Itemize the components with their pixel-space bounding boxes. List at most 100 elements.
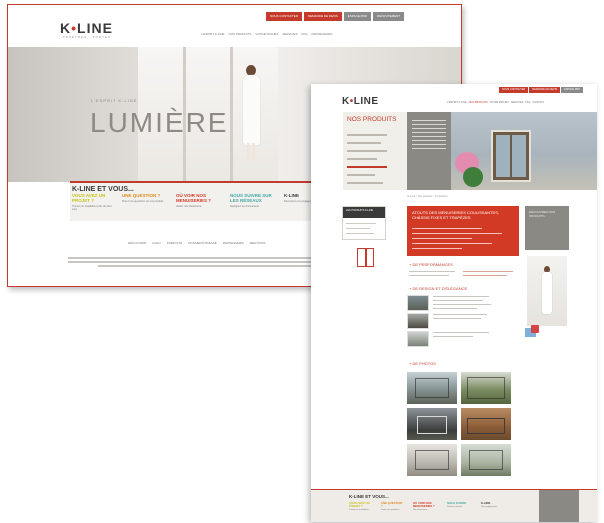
nav-item-produits[interactable]: NOS PRODUITS [469,101,488,104]
nav-item-esprit[interactable]: L'ESPRIT K-LINE [447,101,467,104]
product-atouts-box: ATOUTS DES MENUISERIES COULISSANTES, CHÂ… [407,206,519,256]
bottom-link[interactable]: PARTENAIRES [223,241,244,245]
discover-products-panel[interactable]: DÉCOUVREZ NOS PRODUITS [525,206,569,250]
header-button-jobs[interactable]: RECRUTEMENT [373,12,405,21]
footer-col-title: VOUS AVEZ UN PROJET ? [349,501,370,509]
products-menu-item-active[interactable] [347,166,387,168]
bottom-link[interactable]: LOGO [152,241,161,245]
logo-text-left: K [342,96,350,107]
products-menu-item[interactable] [347,150,387,152]
hero-kicker: L'ESPRIT K-LINE [91,98,138,103]
footer-col-title: UNE QUESTION ? [381,501,403,509]
products-menu-item[interactable] [347,142,381,144]
figure-leg [252,143,255,160]
nav-item-projet[interactable]: VOTRE PROJET [490,101,509,104]
product-page-logo[interactable]: K•LINE [342,96,379,107]
header-button-quote[interactable]: DEMANDE DE DEVIS [303,12,342,21]
bottom-link[interactable]: PUBLICITÉ [167,241,183,245]
green-bush [463,167,483,187]
pinterest-icon[interactable] [531,325,539,333]
header-button-contact[interactable]: NOUS CONTACTER [266,12,302,21]
bottom-link[interactable]: MENTIONS [250,241,266,245]
promo-title: NOUS SUIVRE SUR LES RÉSEAUX [230,193,272,203]
promo-title: UNE QUESTION ? [122,193,161,198]
bottom-link[interactable]: DÉCOUVRIR [128,241,146,245]
products-menu-item[interactable] [347,134,387,136]
nav-item-esprit[interactable]: L'ESPRIT K-LINE [201,32,225,36]
product-page-footer: K-LINE ET VOUS... VOUS AVEZ UN PROJET ? … [311,489,597,522]
promo-title: OÙ VOIR NOS MENUISERIES ? [176,193,212,203]
gallery-photo[interactable] [461,372,511,404]
gallery-photo[interactable] [461,444,511,476]
footer-column-projet[interactable]: VOUS AVEZ UN PROJET ? Trouver un install… [349,501,371,512]
section-text-line [433,308,477,309]
section-performances: + DE PERFORMANCES [409,262,453,267]
sidebar-card-line [346,228,370,229]
nav-item-partenaires[interactable]: PARTENAIRES [312,32,333,36]
footer-column-question[interactable]: UNE QUESTION ? Posez vos questions [381,501,403,512]
promo-column-projet[interactable]: VOUS AVEZ UN PROJET ? Trouver un install… [72,193,116,211]
door-icon-divider [365,249,367,266]
photo-window-frame [415,378,449,398]
nav-item-services[interactable]: SERVICES [511,101,524,104]
bottom-link[interactable]: DOSSIERS PRESSE [188,241,217,245]
photo-window-frame [467,418,505,434]
promo-column-reseaux[interactable]: NOUS SUIVRE SUR LES RÉSEAUX Rejoignez la… [230,193,274,208]
homepage-logo[interactable]: K•LINE [60,20,113,36]
products-menu-title: NOS PRODUITS [347,116,397,123]
promo-column-showroom[interactable]: OÙ VOIR NOS MENUISERIES ? Visitez nos sh… [176,193,220,208]
section-text-line [433,314,487,315]
products-menu-item[interactable] [347,182,383,184]
section-text-line [463,275,507,276]
header-button-pro[interactable]: ESPACE PRO [343,12,372,21]
door-glass-pane [512,135,526,177]
atouts-line [412,248,462,249]
product-page-screenshot: K•LINE NOUS CONTACTER DEMANDE DE DEVIS E… [311,84,597,522]
section-text-line [433,304,491,305]
gallery-photo[interactable] [407,444,457,476]
homepage-nav: L'ESPRIT K-LINE NOS PRODUITS VOTRE PROJE… [201,32,332,36]
design-thumbnail[interactable] [407,295,429,311]
footer-column-kline[interactable]: K-LINE Nos engagements [481,501,503,509]
nav-item-produits[interactable]: NOS PRODUITS [229,32,252,36]
gallery-photo[interactable] [461,408,511,440]
promo-desc: Visitez nos showrooms [176,205,202,208]
footer-column-reseaux[interactable]: NOUS SUIVRE Réseaux sociaux [447,501,469,509]
nav-item-faq[interactable]: FAQ [525,101,530,104]
logo-text-left: K [60,20,72,36]
nav-item-contact[interactable]: CONTACT [532,101,544,104]
header-button-contact[interactable]: NOUS CONTACTER [499,87,529,93]
atouts-line [412,238,472,239]
design-thumbnail[interactable] [407,331,429,347]
section-text-line [433,336,473,337]
products-sidebar-card[interactable]: LES PRODUITS K-LINE [342,206,386,240]
section-title: K-LINE ET VOUS... [72,186,134,193]
sidebar-card-header: LES PRODUITS K-LINE [343,207,385,218]
nav-item-services[interactable]: SERVICES [282,32,297,36]
footer-dark-block[interactable] [539,490,579,522]
footer-column-showroom[interactable]: OÙ VOIR NOS MENUISERIES ? Nos showrooms [413,501,435,512]
products-intro-panel [407,112,451,190]
products-menu-item[interactable] [347,158,377,160]
products-menu-panel: NOS PRODUITS [343,112,407,190]
gallery-photo[interactable] [407,408,457,440]
hero-title: LUMIÈRE [90,107,229,138]
nav-item-faq[interactable]: FAQ [302,32,308,36]
promo-column-question[interactable]: UNE QUESTION ? Posez vos questions sur n… [122,193,166,203]
nav-item-projet[interactable]: VOTRE PROJET [255,32,278,36]
footer-col-desc: Nos showrooms [413,509,428,512]
design-thumbnail[interactable] [407,313,429,329]
discover-products-text: DÉCOUVREZ NOS PRODUITS [529,210,556,218]
photo-window-frame [415,450,449,470]
door-icon[interactable] [357,248,374,267]
products-menu-item[interactable] [347,174,375,176]
logo-text-right: LINE [77,20,113,36]
breadcrumb[interactable]: Accueil > Nos produits > Coulissants [407,195,448,198]
gallery-photo[interactable] [407,372,457,404]
header-button-pro[interactable]: ESPACE PRO [561,87,584,93]
figure-dress [243,75,260,145]
footer-col-title: K-LINE [481,501,491,505]
section-text-line [463,271,513,272]
homepage-header: K•LINE FENÊTRES · PORTES NOUS CONTACTER … [8,5,461,47]
header-button-quote[interactable]: DEMANDE DE DEVIS [529,87,561,93]
